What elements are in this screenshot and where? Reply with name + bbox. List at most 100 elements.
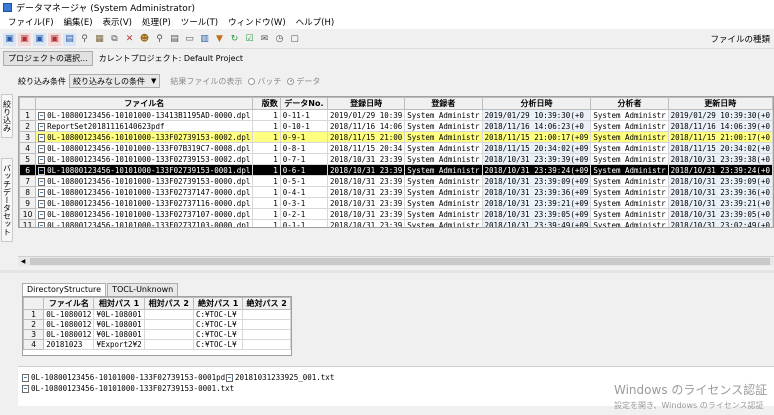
copy-icon[interactable]: ⧉ bbox=[108, 33, 121, 46]
table-cell: 2018/10/31 23:39:24(+0 bbox=[668, 164, 773, 176]
table-row[interactable]: 5 0L-10800123456-10101000-133F02739153-00… bbox=[19, 153, 773, 165]
user-icon[interactable]: ☻ bbox=[138, 33, 151, 46]
refresh-icon[interactable]: ↻ bbox=[228, 33, 241, 46]
menu-file[interactable]: ファイル(F) bbox=[3, 16, 59, 28]
row-number: 7 bbox=[19, 175, 37, 187]
table-row[interactable]: 2 ReportSet20181116140623pdf 1 0-10-1 2018/1… bbox=[19, 120, 773, 132]
cell-text: 1 bbox=[273, 165, 278, 175]
menu-edit[interactable]: 編集(E) bbox=[59, 16, 98, 28]
table-row[interactable]: 6 0L-10800123456-10101000-133F02739153-00… bbox=[19, 164, 773, 176]
scroll-thumb[interactable] bbox=[30, 258, 770, 265]
column-header[interactable]: 相対パス 2 bbox=[143, 297, 194, 310]
tab-tocl-unknown[interactable]: TOCL-Unknown bbox=[107, 283, 179, 296]
delete-icon[interactable]: ✕ bbox=[123, 33, 136, 46]
app-icon bbox=[3, 3, 12, 12]
search-icon[interactable]: ⚲ bbox=[78, 33, 91, 46]
table-row[interactable]: 4 20181023 ¥Export2¥2 C:¥TOC-L¥ bbox=[22, 339, 291, 350]
table-row[interactable]: 3 0L-1080012 ¥0L-108001 C:¥TOC-L¥ bbox=[22, 329, 291, 340]
scroll-left-icon[interactable]: ◀ bbox=[18, 257, 28, 267]
table-cell: 2018/10/31 23:39:21(+09 bbox=[482, 197, 592, 209]
table-row[interactable]: 8 0L-10800123456-10101000-133F02737147-00… bbox=[19, 186, 773, 198]
row-number: 2 bbox=[19, 120, 37, 132]
table-cell: 2018/10/31 23:39 bbox=[327, 219, 406, 227]
attachment-item[interactable]: 20181031233925_001.txt bbox=[226, 373, 334, 382]
table-cell: System Administr bbox=[590, 153, 669, 165]
column-header[interactable]: 登録日時 bbox=[327, 97, 406, 110]
check-icon[interactable]: ☑ bbox=[243, 33, 256, 46]
report-icon[interactable]: ▤ bbox=[63, 32, 76, 46]
find-icon[interactable]: ⚲ bbox=[153, 33, 166, 46]
column-header[interactable]: 絶対パス 1 bbox=[192, 297, 244, 310]
table-cell: 2018/11/16 14:06:23(+0 bbox=[482, 120, 592, 132]
table-row[interactable]: 4 0L-10800123456-10101000-133F07B319C7-00… bbox=[19, 142, 773, 154]
attachment-item[interactable]: 0L-10800123456-10101000-133F02739153-000… bbox=[22, 373, 230, 382]
cell-text: 1 bbox=[273, 110, 278, 120]
table-cell: 2018/10/31 23:39:05(+0 bbox=[668, 208, 773, 220]
table-cell bbox=[144, 329, 194, 340]
side-tab-filter[interactable]: 絞り込み bbox=[1, 94, 13, 138]
cell-text: System Administr bbox=[407, 187, 480, 197]
cell-text: 0L-10800123456-10101000-133F02739153-000… bbox=[47, 176, 251, 186]
cell-text: 1 bbox=[273, 143, 278, 153]
mail-icon[interactable]: ✉ bbox=[258, 33, 271, 46]
column-header[interactable]: ファイル名 bbox=[35, 97, 254, 110]
table-row[interactable]: 11 0L-10800123456-10101000-133F02737103-0… bbox=[19, 219, 773, 228]
column-header[interactable]: 分析日時 bbox=[481, 97, 592, 110]
file-icon bbox=[38, 188, 46, 197]
print-icon[interactable]: ▤ bbox=[168, 33, 181, 46]
column-header[interactable]: ファイル名 bbox=[43, 297, 95, 310]
table-row[interactable]: 10 0L-10800123456-10101000-133F02737107-0… bbox=[19, 208, 773, 220]
window-icon[interactable]: ▢ bbox=[288, 33, 301, 46]
save-data-icon[interactable]: ▣ bbox=[18, 32, 31, 46]
cell-text: 1 bbox=[273, 220, 278, 228]
menu-view[interactable]: 表示(V) bbox=[98, 16, 137, 28]
menu-tools[interactable]: ツール(T) bbox=[176, 16, 223, 28]
column-header[interactable]: 更新日時 bbox=[667, 97, 773, 110]
chart-icon[interactable]: ▥ bbox=[198, 33, 211, 46]
filter-icon[interactable]: ▼ bbox=[213, 33, 226, 46]
clock-icon[interactable]: ◷ bbox=[273, 33, 286, 46]
filter-condition-value: 絞り込みなしの条件 bbox=[73, 76, 145, 86]
column-header[interactable]: 登録者 bbox=[404, 97, 483, 110]
menu-process[interactable]: 処理(P) bbox=[137, 16, 176, 28]
cell-text: System Administr bbox=[407, 176, 480, 186]
file-icon bbox=[22, 373, 29, 382]
column-header[interactable]: データNo. bbox=[279, 97, 329, 110]
table-cell: 1 bbox=[252, 186, 281, 198]
table-row[interactable]: 1 0L-10800123456-10101000-13413B1195AD-00… bbox=[19, 109, 773, 121]
cell-text: 0L-10800123456-10101000-133F07B319C7-000… bbox=[47, 143, 251, 153]
batch-radio[interactable] bbox=[248, 77, 256, 85]
open-data-icon[interactable]: ▣ bbox=[3, 32, 16, 46]
table-cell: 2018/11/15 21:00:17(+09 bbox=[482, 131, 592, 143]
filter-condition-select[interactable]: 絞り込みなしの条件 ▼ bbox=[69, 74, 161, 88]
table-row[interactable]: 7 0L-10800123456-10101000-133F02739153-00… bbox=[19, 175, 773, 187]
batch-radio-label: バッチ bbox=[257, 76, 282, 86]
file-type-label: ファイルの種類 bbox=[710, 35, 770, 45]
table-row[interactable]: 1 0L-1080012 ¥0L-108001 C:¥TOC-L¥ bbox=[22, 309, 291, 320]
cell-text: 2018/10/31 23:39 bbox=[330, 198, 403, 208]
import-data-icon[interactable]: ▣ bbox=[48, 32, 61, 46]
column-header[interactable]: 相対パス 1 bbox=[93, 297, 145, 310]
column-header[interactable]: 絶対パス 2 bbox=[242, 297, 291, 310]
select-project-button[interactable]: プロジェクトの選択... bbox=[3, 50, 93, 66]
attachment-item[interactable]: 0L-10800123456-10101000-133F02739153-000… bbox=[22, 384, 234, 393]
tab-directory-structure[interactable]: DirectoryStructure bbox=[22, 283, 107, 296]
data-radio[interactable] bbox=[287, 77, 295, 85]
horizontal-scrollbar[interactable]: ◀ bbox=[18, 256, 774, 266]
table-row[interactable]: 3 0L-10800123456-10101000-133F02739153-00… bbox=[19, 131, 773, 143]
cell-text: 2018/10/31 23:39:09(+0 bbox=[670, 176, 770, 186]
menu-window[interactable]: ウィンドウ(W) bbox=[223, 16, 291, 28]
column-header[interactable]: 分析者 bbox=[590, 97, 669, 110]
menu-help[interactable]: ヘルプ(H) bbox=[291, 16, 340, 28]
export-data-icon[interactable]: ▣ bbox=[33, 32, 46, 46]
preview-icon[interactable]: ▭ bbox=[183, 33, 196, 46]
attachment-name: 0L-10800123456-10101000-133F02739153-000… bbox=[31, 384, 235, 393]
pane-splitter[interactable] bbox=[0, 270, 774, 273]
table-cell: 1 bbox=[252, 109, 281, 121]
table-row[interactable]: 9 0L-10800123456-10101000-133F02737116-00… bbox=[19, 197, 773, 209]
clipboard-icon[interactable]: ▦ bbox=[93, 33, 106, 46]
side-tab-batch-dataset[interactable]: バッチデータセット bbox=[1, 158, 13, 242]
column-header[interactable]: 版数 bbox=[252, 97, 281, 110]
table-cell: System Administr bbox=[404, 109, 483, 121]
table-row[interactable]: 2 0L-1080012 ¥0L-108001 C:¥TOC-L¥ bbox=[22, 319, 291, 330]
